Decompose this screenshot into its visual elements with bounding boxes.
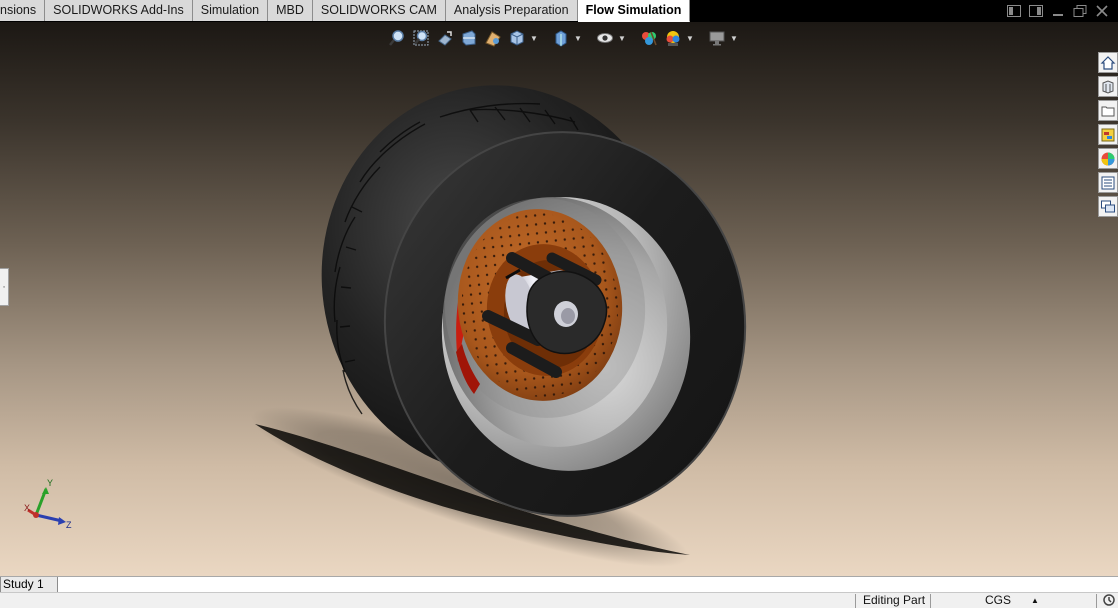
custom-properties-icon[interactable] — [1098, 172, 1118, 193]
tab-study-1[interactable]: Study 1 — [0, 577, 58, 593]
appearances-icon[interactable] — [1098, 148, 1118, 169]
tab-solidworks-add-ins[interactable]: SOLIDWORKS Add-Ins — [45, 0, 193, 21]
apply-scene-icon[interactable] — [662, 27, 684, 49]
model-scene[interactable] — [0, 22, 1118, 576]
forum-icon[interactable] — [1098, 196, 1118, 217]
apply-scene-dropdown-icon[interactable]: ▼ — [686, 34, 694, 43]
view-orientation-icon[interactable] — [506, 27, 528, 49]
restore-icon[interactable] — [1072, 4, 1088, 18]
tab-analysis-preparation[interactable]: Analysis Preparation — [445, 0, 578, 21]
display-style-dropdown-icon[interactable]: ▼ — [574, 34, 582, 43]
rebuild-status-icon[interactable] — [1102, 593, 1116, 608]
home-icon[interactable] — [1098, 52, 1118, 73]
section-view-icon[interactable] — [458, 27, 480, 49]
triad-x-label: X — [24, 503, 30, 513]
unit-system-arrow-icon[interactable]: ▲ — [1031, 593, 1039, 608]
status-separator — [1096, 594, 1097, 608]
window-controls — [1006, 4, 1118, 18]
view-palette-icon[interactable] — [1098, 124, 1118, 145]
hide-show-dropdown-icon[interactable]: ▼ — [618, 34, 626, 43]
task-pane-tabs — [1098, 52, 1118, 217]
file-explorer-icon[interactable] — [1098, 100, 1118, 121]
tab-mbd[interactable]: MBD — [268, 0, 313, 21]
view-orientation-dropdown-icon[interactable]: ▼ — [530, 34, 538, 43]
command-manager-tabbar: nsions SOLIDWORKS Add-Ins Simulation MBD… — [0, 0, 1118, 22]
minimize-icon[interactable] — [1050, 4, 1066, 18]
tab-simulation[interactable]: Simulation — [192, 0, 269, 21]
dynamic-annotation-icon[interactable] — [482, 27, 504, 49]
edit-appearance-icon[interactable] — [638, 27, 660, 49]
tile-vertical-icon[interactable] — [1028, 4, 1044, 18]
previous-view-icon[interactable] — [434, 27, 456, 49]
tab-list: nsions SOLIDWORKS Add-Ins Simulation MBD… — [0, 0, 691, 22]
view-settings-icon[interactable] — [706, 27, 728, 49]
tab-flow-simulation[interactable]: Flow Simulation — [577, 0, 691, 22]
hide-show-items-icon[interactable] — [594, 27, 616, 49]
tab-dimensions[interactable]: nsions — [0, 0, 46, 21]
tile-horizontal-icon[interactable] — [1006, 4, 1022, 18]
heads-up-view-toolbar: ▼ ▼ ▼ ▼ ▼ — [386, 26, 738, 50]
status-bar: Editing Part CGS ▲ — [0, 592, 1118, 608]
zoom-to-area-icon[interactable] — [410, 27, 432, 49]
zoom-to-fit-icon[interactable] — [386, 27, 408, 49]
triad-z-label: Z — [66, 520, 72, 530]
feature-manager-collapse-handle[interactable]: ◦ — [0, 268, 9, 306]
triad-y-label: Y — [47, 478, 53, 488]
display-style-icon[interactable] — [550, 27, 572, 49]
unit-system-selector[interactable]: CGS — [985, 593, 1011, 608]
status-mode: Editing Part — [863, 593, 926, 607]
status-separator — [855, 594, 856, 608]
tab-solidworks-cam[interactable]: SOLIDWORKS CAM — [312, 0, 446, 21]
graphics-area[interactable]: ▼ ▼ ▼ ▼ ▼ ◦ Y X Z — [0, 22, 1118, 576]
study-tab-bar: Study 1 — [0, 576, 1118, 593]
design-library-icon[interactable] — [1098, 76, 1118, 97]
view-settings-dropdown-icon[interactable]: ▼ — [730, 34, 738, 43]
status-separator — [930, 594, 931, 608]
close-icon[interactable] — [1094, 4, 1110, 18]
reference-triad: Y X Z — [24, 478, 72, 530]
